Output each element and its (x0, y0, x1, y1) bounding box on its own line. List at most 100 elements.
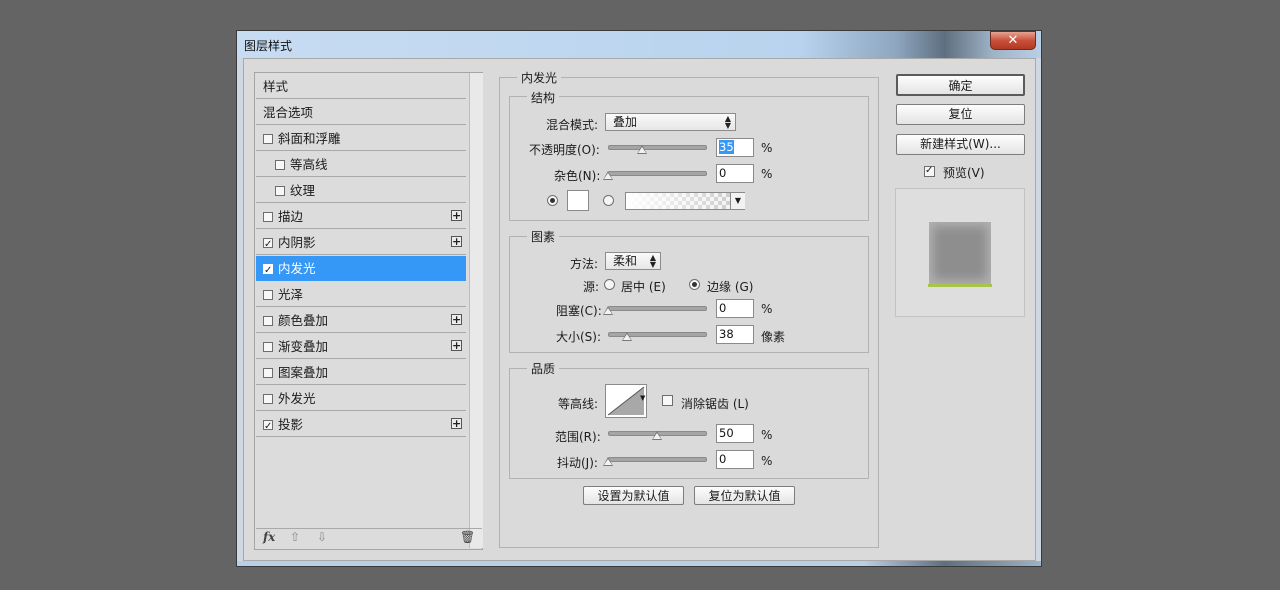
range-unit: % (761, 428, 773, 442)
source-edge-radio[interactable] (689, 279, 700, 290)
window-bottom-border (237, 561, 1041, 566)
ok-button[interactable]: 确定 (896, 74, 1025, 96)
opacity-slider-track[interactable] (608, 145, 707, 150)
style-item[interactable]: 光泽 (256, 282, 466, 307)
add-style-icon[interactable]: + (451, 314, 462, 325)
style-item-checkbox[interactable] (263, 394, 273, 404)
noise-unit: % (761, 167, 773, 181)
add-style-icon[interactable]: + (451, 340, 462, 351)
preview-checkbox[interactable]: ✓ (924, 166, 935, 177)
choke-slider-track[interactable] (608, 306, 707, 311)
style-item[interactable]: 纹理 (256, 178, 466, 203)
inner-glow-title: 内发光 (517, 69, 562, 86)
title-bar[interactable] (237, 31, 1041, 58)
jitter-slider-track[interactable] (608, 457, 707, 462)
reset-button[interactable]: 复位 (896, 104, 1025, 125)
choke-input[interactable]: 0 (716, 299, 754, 318)
jitter-slider-knob[interactable] (603, 457, 613, 466)
antialias-label: 消除锯齿 (L) (681, 397, 749, 411)
antialias-checkbox[interactable] (662, 395, 673, 406)
style-item-checkbox[interactable] (263, 342, 273, 352)
size-input[interactable]: 38 (716, 325, 754, 344)
style-item[interactable]: 混合选项 (256, 100, 466, 125)
add-style-icon[interactable]: + (451, 210, 462, 221)
glow-gradient-picker[interactable] (625, 192, 745, 210)
style-item[interactable]: 图案叠加 (256, 360, 466, 385)
opacity-slider-knob[interactable] (636, 145, 647, 154)
style-item-checkbox[interactable] (263, 414, 273, 439)
style-item-checkbox[interactable] (275, 160, 285, 170)
method-value: 柔和 (613, 254, 638, 268)
style-item-checkbox[interactable] (263, 258, 273, 283)
style-item-checkbox[interactable] (263, 368, 273, 378)
fx-icon[interactable]: fx (263, 530, 275, 544)
preview-label: 预览(V) (943, 166, 985, 180)
move-down-icon[interactable]: ⇩ (317, 530, 327, 544)
source-center-radio[interactable] (604, 279, 615, 290)
move-up-icon[interactable]: ⇧ (290, 530, 300, 544)
glow-color-swatch[interactable] (567, 190, 589, 211)
contour-dropdown-arrow-icon[interactable]: ▼ (640, 394, 645, 402)
size-slider-knob[interactable] (622, 332, 633, 341)
updown-arrow-icon: ▲ ▼ (724, 114, 731, 130)
style-item[interactable]: 描边 + (256, 204, 466, 229)
source-edge-label: 边缘 (G) (707, 280, 754, 294)
style-item-checkbox[interactable] (263, 212, 273, 222)
range-input[interactable]: 50 (716, 424, 754, 443)
set-default-button[interactable]: 设置为默认值 (583, 486, 684, 505)
opacity-input[interactable]: 35 (716, 138, 754, 157)
noise-slider-track[interactable] (608, 171, 707, 176)
style-item[interactable]: 内发光 (256, 256, 466, 283)
style-item-label: 内发光 (278, 261, 316, 276)
style-item[interactable]: 投影 + (256, 412, 466, 439)
styles-list-scrollbar[interactable] (469, 73, 483, 548)
style-item-checkbox[interactable] (275, 186, 285, 196)
trash-icon[interactable]: 🗑 (460, 530, 475, 544)
source-center-label: 居中 (E) (621, 280, 666, 294)
style-item-label: 渐变叠加 (278, 339, 329, 354)
style-item[interactable]: 样式 (256, 74, 466, 99)
style-preview-swatch (929, 222, 991, 284)
solid-color-radio[interactable] (547, 195, 558, 206)
elements-title: 图素 (527, 228, 560, 245)
choke-label: 阻塞(C): (556, 304, 602, 318)
jitter-label: 抖动(J): (557, 456, 598, 470)
style-item-label: 斜面和浮雕 (278, 131, 341, 146)
choke-slider-knob[interactable] (603, 306, 613, 315)
style-item-label: 描边 (278, 209, 304, 224)
reset-default-button[interactable]: 复位为默认值 (694, 486, 795, 505)
style-item[interactable]: 等高线 (256, 152, 466, 177)
style-item[interactable]: 渐变叠加 + (256, 334, 466, 359)
quality-title: 品质 (527, 360, 560, 377)
close-button[interactable]: ✕ (990, 31, 1036, 50)
size-unit: 像素 (761, 330, 786, 344)
chevron-down-icon[interactable]: ▼ (730, 193, 745, 209)
blend-mode-select[interactable]: 叠加 ▲ ▼ (605, 113, 736, 131)
add-style-icon[interactable]: + (451, 236, 462, 247)
noise-input[interactable]: 0 (716, 164, 754, 183)
style-item-label: 混合选项 (263, 105, 314, 120)
preview-shadow-line (928, 284, 992, 287)
method-select[interactable]: 柔和 ▲ ▼ (605, 252, 661, 270)
style-item-checkbox[interactable] (263, 290, 273, 300)
new-style-button[interactable]: 新建样式(W)... (896, 134, 1025, 155)
style-item-label: 颜色叠加 (278, 313, 329, 328)
add-style-icon[interactable]: + (451, 418, 462, 429)
contour-label: 等高线: (558, 397, 599, 411)
jitter-input[interactable]: 0 (716, 450, 754, 469)
style-item[interactable]: 外发光 (256, 386, 466, 411)
style-item-label: 纹理 (290, 183, 316, 198)
style-item[interactable]: 内阴影 + (256, 230, 466, 257)
style-item-checkbox[interactable] (263, 232, 273, 257)
noise-slider-knob[interactable] (603, 171, 613, 180)
dialog-title: 图层样式 (244, 39, 293, 53)
style-item[interactable]: 斜面和浮雕 (256, 126, 466, 151)
style-item-label: 外发光 (278, 391, 316, 406)
source-label: 源: (583, 280, 600, 294)
range-slider-knob[interactable] (651, 431, 662, 440)
style-item-label: 图案叠加 (278, 365, 329, 380)
style-item-checkbox[interactable] (263, 316, 273, 326)
style-item[interactable]: 颜色叠加 + (256, 308, 466, 333)
style-item-checkbox[interactable] (263, 134, 273, 144)
gradient-radio[interactable] (603, 195, 614, 206)
